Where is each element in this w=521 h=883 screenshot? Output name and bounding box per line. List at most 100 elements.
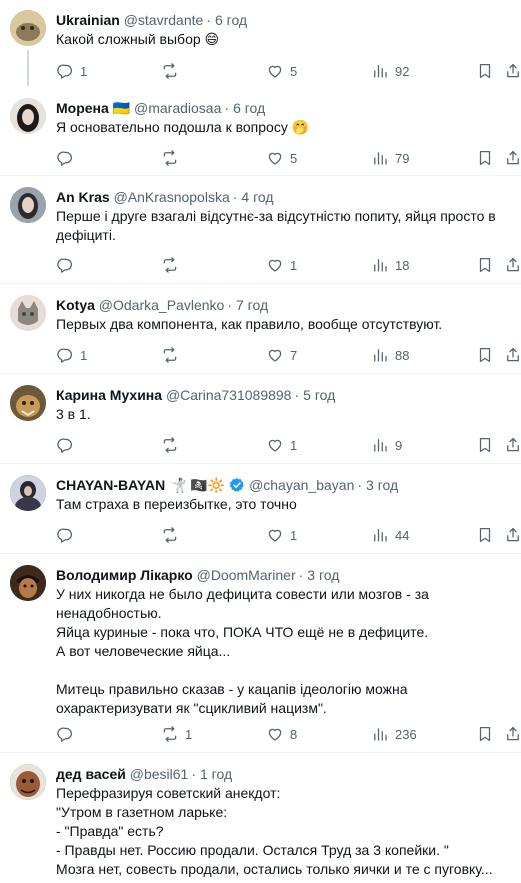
tweet[interactable]: Kotya @Odarka_Pavlenko · 7 год Первых два … [0, 285, 521, 374]
heart-icon [266, 149, 284, 167]
timestamp[interactable]: 6 год [215, 12, 247, 28]
heart-icon [266, 526, 284, 544]
separator-dot: · [206, 12, 211, 28]
retweet-button[interactable] [161, 345, 185, 365]
reply-count: 1 [80, 63, 88, 79]
tweet-header: Kotya @Odarka_Pavlenko · 7 год [56, 295, 511, 315]
avatar[interactable] [10, 764, 46, 800]
tweet[interactable]: Володимир Лікарко @DoomMariner · 3 год У н… [0, 555, 521, 753]
avatar[interactable] [10, 565, 46, 601]
share-button[interactable] [504, 148, 521, 168]
retweet-icon [161, 256, 179, 274]
avatar[interactable] [10, 295, 46, 331]
author-name[interactable]: Карина Мухина [56, 387, 162, 403]
heart-icon [266, 62, 284, 80]
retweet-button[interactable] [161, 435, 185, 455]
author-name[interactable]: Kotya [56, 297, 95, 313]
bookmark-button[interactable] [476, 148, 494, 168]
name-emojis: 🤺 🏴‍☠️🔆 [169, 477, 226, 493]
tweet-header: Морена 🇺🇦 @maradiosaa · 6 год [56, 98, 511, 118]
author-name[interactable]: Володимир Лікарко [56, 567, 193, 583]
timestamp[interactable]: 3 год [307, 567, 339, 583]
tweet[interactable]: дед васей @besil61 · 1 год Перефразируя со… [0, 754, 521, 883]
views-icon [371, 62, 389, 80]
retweet-button[interactable] [161, 61, 185, 81]
bookmark-button[interactable] [476, 255, 494, 275]
author-handle[interactable]: @DoomMariner [197, 567, 296, 583]
retweet-button[interactable] [161, 255, 185, 275]
share-button[interactable] [504, 724, 521, 744]
share-button[interactable] [504, 255, 521, 275]
tweet[interactable]: Ukrainian @stavrdante · 6 год Какой сложны… [0, 0, 521, 88]
reply-button[interactable]: 1 [56, 345, 87, 365]
share-button[interactable] [504, 435, 521, 455]
bookmark-button[interactable] [476, 61, 494, 81]
retweet-button[interactable]: 1 [161, 724, 192, 744]
author-handle[interactable]: @stavrdante [124, 12, 204, 28]
reply-button[interactable] [56, 525, 80, 545]
reply-button[interactable] [56, 435, 80, 455]
like-button[interactable]: 8 [266, 724, 297, 744]
bookmark-button[interactable] [476, 435, 494, 455]
share-button[interactable] [504, 525, 521, 545]
share-button[interactable] [504, 61, 521, 81]
like-button[interactable]: 7 [266, 345, 297, 365]
bookmark-button[interactable] [476, 525, 494, 545]
views-button[interactable]: 92 [371, 61, 409, 81]
timestamp[interactable]: 5 год [303, 387, 335, 403]
author-name[interactable]: CHAYAN-BAYAN [56, 477, 165, 493]
views-button[interactable]: 9 [371, 435, 402, 455]
views-button[interactable]: 236 [371, 724, 417, 744]
reply-button[interactable] [56, 148, 80, 168]
timestamp[interactable]: 7 год [236, 297, 268, 313]
author-handle[interactable]: @Carina731089898 [166, 387, 292, 403]
author-handle[interactable]: @chayan_bayan [249, 477, 354, 493]
author-handle[interactable]: @maradiosaa [134, 100, 221, 116]
thread-line [27, 50, 29, 86]
tweet[interactable]: Морена 🇺🇦 @maradiosaa · 6 год Я основатель… [0, 88, 521, 176]
like-button[interactable]: 1 [266, 435, 297, 455]
views-button[interactable]: 88 [371, 345, 409, 365]
avatar[interactable] [10, 475, 46, 511]
author-name[interactable]: дед васей [56, 766, 126, 782]
author-handle[interactable]: @AnKrasnopolska [114, 189, 230, 205]
bookmark-button[interactable] [476, 724, 494, 744]
share-icon [504, 62, 521, 80]
reply-button[interactable] [56, 724, 80, 744]
reply-button[interactable]: 1 [56, 61, 87, 81]
like-button[interactable]: 1 [266, 525, 297, 545]
like-button[interactable]: 1 [266, 255, 297, 275]
views-button[interactable]: 79 [371, 148, 409, 168]
avatar[interactable] [10, 385, 46, 421]
avatar[interactable] [10, 10, 46, 46]
views-button[interactable]: 18 [371, 255, 409, 275]
author-handle[interactable]: @Odarka_Pavlenko [99, 297, 225, 313]
author-name[interactable]: Ukrainian [56, 12, 120, 28]
tweet[interactable]: An Kras @AnKrasnopolska · 4 год Перше і др… [0, 177, 521, 284]
reply-icon [56, 526, 74, 544]
avatar[interactable] [10, 98, 46, 134]
like-button[interactable]: 5 [266, 148, 297, 168]
bookmark-button[interactable] [476, 345, 494, 365]
timestamp[interactable]: 4 год [241, 189, 273, 205]
reply-button[interactable] [56, 255, 80, 275]
timestamp[interactable]: 1 год [200, 766, 232, 782]
separator-dot: · [357, 477, 363, 493]
timestamp[interactable]: 3 год [366, 477, 398, 493]
tweet[interactable]: Карина Мухина @Carina731089898 · 5 год 3 в… [0, 375, 521, 464]
retweet-button[interactable] [161, 148, 185, 168]
avatar[interactable] [10, 187, 46, 223]
share-icon [504, 725, 521, 743]
author-name[interactable]: An Kras [56, 189, 110, 205]
retweet-button[interactable] [161, 525, 185, 545]
author-name[interactable]: Морена [56, 100, 109, 116]
like-button[interactable]: 5 [266, 61, 297, 81]
bookmark-icon [476, 62, 494, 80]
timestamp[interactable]: 6 год [233, 100, 265, 116]
author-handle[interactable]: @besil61 [130, 766, 189, 782]
tweet[interactable]: CHAYAN-BAYAN 🤺 🏴‍☠️🔆 @chayan_bayan · 3 год… [0, 465, 521, 554]
views-button[interactable]: 44 [371, 525, 409, 545]
like-count: 1 [290, 437, 298, 453]
share-button[interactable] [504, 345, 521, 365]
retweet-icon [161, 149, 179, 167]
